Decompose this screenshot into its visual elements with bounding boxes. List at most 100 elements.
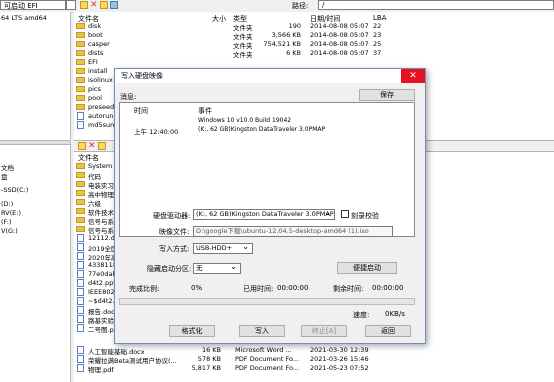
folder-icon [76,59,85,65]
tree-item[interactable]: (F:) [1,218,12,226]
log-header-event: 事件 [198,107,212,115]
drive-select[interactable]: (K:, 62 GB)Kingston DataTraveler 3.0PMAP [193,209,335,220]
dialog-title-bar: 写入硬盘映像 [115,69,425,83]
folder-icon [76,104,85,110]
log-time: 上午 12:40:00 [134,128,179,136]
cell-name: casper [88,40,110,48]
speed-label: 速度: [353,311,370,319]
cell-name: install [88,67,108,75]
write-mode-select[interactable]: USB-HDD+ [193,243,253,254]
file-row[interactable]: 荣耀拉满Beta测试用户协议(... 578 KB PDF Document Fo.… [74,355,554,365]
cell-date: 2014-08-08 05:07 [310,22,369,30]
up-folder-icon[interactable] [98,142,106,150]
cell-name: EFI [88,58,98,66]
file-row[interactable]: casper 754,521 KB 文件夹 2014-08-08 05:07 25 [74,40,554,50]
up-folder-icon[interactable] [100,1,108,9]
remaining-value: 00:00:00 [372,284,404,292]
tree-item[interactable]: V(G:) [1,227,18,235]
document-icon [77,261,84,269]
column-header-lba[interactable]: LBA [373,14,387,22]
cell-name: pics [88,85,101,93]
log-event: Windows 10 v10.0 Build 19042 [198,117,292,124]
complete-label: 完成比例: [129,285,160,293]
folder-icon [76,23,85,29]
quick-boot-button[interactable]: 便捷启动 [337,262,397,274]
format-button[interactable]: 格式化 [169,325,215,337]
volume-dropdown-button[interactable] [66,0,76,10]
folder-icon [76,190,85,196]
write-button[interactable]: 写入 [239,325,285,337]
hidden-partition-select[interactable]: 无 [193,263,241,274]
verify-label: 刻录校验 [351,212,379,220]
cell-size: 3,566 KB [271,31,301,39]
back-button[interactable]: 返回 [365,325,411,337]
folder-icon [76,217,85,223]
document-icon [77,364,84,372]
folder-icon [76,68,85,74]
file-row[interactable]: boot 3,566 KB 文件夹 2014-08-08 05:07 23 [74,31,554,41]
volume-label-field[interactable]: 可启动 EFI [0,0,66,10]
verify-checkbox[interactable] [341,210,349,218]
document-icon [77,234,84,242]
cell-date: 2014-08-08 05:07 [310,31,369,39]
delete-icon[interactable]: ✕ [90,1,98,10]
cell-lba: 23 [373,31,382,39]
document-icon [77,121,84,129]
write-mode-label: 写入方式: [159,245,190,253]
document-icon [77,270,84,278]
folder-icon [76,86,85,92]
message-label: 消息: [120,93,137,101]
left-tree-pane[interactable] [0,12,71,382]
file-row[interactable]: 物理.pdf 5,817 KB PDF Document Fo... 2021-05-… [74,364,554,374]
file-row[interactable]: dists 6 KB 文件夹 2014-08-08 05:07 37 [74,49,554,59]
cell-name: boot [88,31,103,39]
elapsed-label: 已用时间: [243,285,274,293]
tree-item[interactable]: -SSD(C:) [1,186,28,194]
cell-size: 754,521 KB [263,40,301,48]
cell-lba: 37 [373,49,382,57]
cell-name: isolinux [88,76,113,84]
stop-button[interactable]: 终止[A] [301,325,347,337]
new-folder-icon[interactable] [80,1,88,9]
write-image-dialog: 写入硬盘映像 ✕ 消息: 保存 时间 事件 Windows 10 v10.0 B… [114,68,426,344]
cell-size: 190 [288,22,301,30]
folder-icon [76,95,85,101]
folder-icon [76,163,85,169]
document-icon [77,243,84,251]
cell-name: dists [88,49,104,57]
pane-splitter[interactable] [0,140,70,145]
properties-icon[interactable] [110,1,118,9]
close-icon[interactable]: ✕ [401,69,425,83]
log-header-time: 时间 [134,107,148,115]
folder-icon [76,77,85,83]
cell-name: preseed [88,103,115,111]
cell-date: 2021-05-23 07:52 [310,364,369,372]
document-icon [77,355,84,363]
cell-date: 2014-08-08 05:07 [310,40,369,48]
cell-type: Microsoft Word ... [235,346,292,354]
remaining-label: 剩余时间: [333,285,364,293]
document-icon [77,288,84,296]
folder-icon [76,226,85,232]
speed-value: 0KB/s [385,310,405,318]
image-file-field[interactable]: D:\google下载\ubuntu-12.04.5-desktop-amd64… [193,226,393,237]
tree-item[interactable]: (D:) [1,200,13,208]
cell-name: 物理.pdf [88,366,114,374]
delete-icon[interactable]: ✕ [88,142,96,151]
tree-item[interactable]: 64 LTS amd64 [1,14,47,22]
file-row[interactable]: 人工智能基础.docx 16 KB Microsoft Word ... 2021-0… [74,346,554,356]
tree-item[interactable]: RV(E:) [1,209,21,217]
cell-date: 2021-03-26 15:46 [310,355,369,363]
folder-icon [76,32,85,38]
cell-size: 5,817 KB [191,364,221,372]
file-row[interactable]: EFI [74,58,554,67]
elapsed-value: 00:00:00 [277,284,309,292]
file-row[interactable]: disk 190 文件夹 2014-08-08 05:07 22 [74,22,554,32]
cell-lba: 25 [373,40,382,48]
save-button[interactable]: 保存 [359,89,415,101]
tree-item[interactable]: 盘 [1,171,8,181]
new-folder-icon[interactable] [78,142,86,150]
document-icon [77,279,84,287]
path-field[interactable]: / [318,0,554,10]
cell-type: PDF Document Fo... [235,364,300,372]
